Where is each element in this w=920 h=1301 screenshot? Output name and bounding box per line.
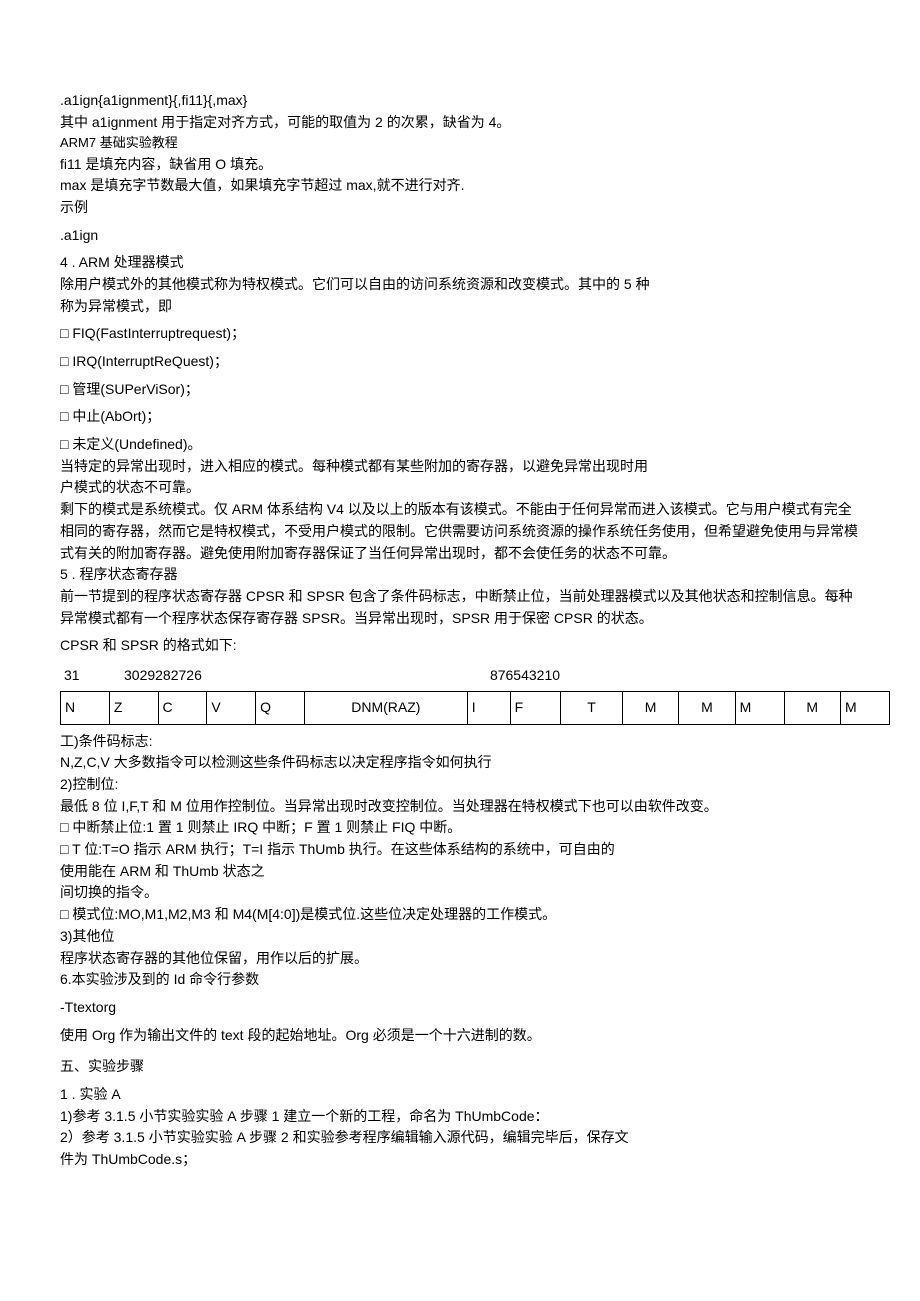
cell-dnm: DNM(RAZ) — [304, 691, 467, 724]
mode-supervisor: □ 管理(SUPerViSor)； — [60, 379, 860, 401]
section-4-title: 4 . ARM 处理器模式 — [60, 252, 860, 274]
cell-f: F — [510, 691, 561, 724]
cell-n: N — [61, 691, 110, 724]
cell-z: Z — [109, 691, 158, 724]
step-a-2b: 件为 ThUmbCode.s； — [60, 1149, 860, 1171]
step-a-2: 2）参考 3.1.5 小节实验实验 A 步骤 2 和实验参考程序编辑输入源代码，… — [60, 1127, 860, 1149]
other-bits-desc: 程序状态寄存器的其他位保留，用作以后的扩展。 — [60, 948, 860, 970]
control-bits-desc: 最低 8 位 I,F,T 和 M 位用作控制位。当异常出现时改变控制位。当处理器… — [60, 796, 860, 818]
cell-m2: M — [735, 691, 784, 724]
section-4-line-9: 当特定的异常出现时，进入相应的模式。每种模式都有某些附加的寄存器，以避免异常出现… — [60, 456, 860, 478]
mode-bits-desc: □ 模式位:MO,M1,M2,M3 和 M4(M[4:0])是模式位.这些位决定… — [60, 904, 860, 926]
bits-high: 3029282726 — [124, 665, 202, 687]
control-bits-title: 2)控制位: — [60, 774, 860, 796]
doc-subtitle: ARM7 基础实验教程 — [60, 133, 860, 153]
document-page: .a1ign{a1ignment}{,fi11}{,max} 其中 a1ignm… — [0, 0, 920, 1231]
mode-undefined: □ 未定义(Undefined)。 — [60, 434, 860, 456]
example-label: 示例 — [60, 197, 860, 219]
cell-c: C — [158, 691, 207, 724]
t-bit-desc-2: 使用能在 ARM 和 ThUmb 状态之 — [60, 861, 860, 883]
bit-header-row: 31 3029282726 876543210 — [60, 665, 890, 687]
align-keyword: .a1ign — [60, 225, 860, 247]
t-bit-desc: □ T 位:T=O 指示 ARM 执行；T=I 指示 ThUmb 执行。在这些体… — [60, 839, 860, 861]
cell-v: V — [207, 691, 256, 724]
align-syntax: .a1ign{a1ignment}{,fi11}{,max} — [60, 90, 860, 112]
step-a-1: 1)参考 3.1.5 小节实验实验 A 步骤 1 建立一个新的工程，命名为 Th… — [60, 1106, 860, 1128]
cell-m1: M — [679, 691, 735, 724]
cond-flags-desc: N,Z,C,V 大多数指令可以检测这些条件码标志以决定程序指令如何执行 — [60, 752, 860, 774]
cell-t: T — [561, 691, 623, 724]
align-desc-max: max 是填充字节数最大值，如果填充字节超过 max,就不进行对齐. — [60, 175, 860, 197]
step-a-title: 1 . 实验 A — [60, 1084, 860, 1106]
section-4-line-10: 户模式的状态不可靠。 — [60, 477, 860, 499]
cell-q: Q — [256, 691, 305, 724]
cond-flags-title: 工)条件码标志: — [60, 731, 860, 753]
section-5-title: 5 . 程序状态寄存器 — [60, 564, 860, 586]
ld-params-title: 6.本实验涉及到的 Id 命令行参数 — [60, 969, 860, 991]
ttext-org: -Ttextorg — [60, 997, 860, 1019]
cell-i: I — [467, 691, 510, 724]
cell-m3: M — [784, 691, 840, 724]
align-desc-fill: fi11 是填充内容，缺省用 O 填充。 — [60, 154, 860, 176]
section-steps-title: 五、实验步骤 — [60, 1056, 860, 1078]
align-desc-1: 其中 a1ignment 用于指定对齐方式，可能的取值为 2 的次累，缺省为 4… — [60, 112, 860, 134]
mode-abort: □ 中止(AbOrt)； — [60, 406, 860, 428]
bit-31: 31 — [64, 665, 124, 687]
interrupt-disable: □ 中断禁止位:1 置 1 则禁止 IRQ 中断；F 置 1 则禁止 FIQ 中… — [60, 817, 860, 839]
mode-fiq: □ FIQ(FastInterruptrequest)； — [60, 323, 860, 345]
mode-irq: □ IRQ(InterruptReQuest)； — [60, 351, 860, 373]
ttext-desc: 使用 Org 作为输出文件的 text 段的起始地址。Org 必须是一个十六进制… — [60, 1025, 860, 1047]
t-bit-desc-3: 间切换的指令。 — [60, 882, 860, 904]
section-4-line-3: 称为异常模式，即 — [60, 296, 860, 318]
bits-low: 876543210 — [324, 665, 886, 687]
section-5-line-2: 前一节提到的程序状态寄存器 CPSR 和 SPSR 包含了条件码标志，中断禁止位… — [60, 586, 860, 629]
cell-m4: M — [840, 691, 889, 724]
cpsr-table: N Z C V Q DNM(RAZ) I F T M M M M M — [60, 691, 890, 725]
cpsr-format-label: CPSR 和 SPSR 的格式如下: — [60, 635, 860, 657]
cell-m0: M — [622, 691, 678, 724]
other-bits-title: 3)其他位 — [60, 926, 860, 948]
table-row: N Z C V Q DNM(RAZ) I F T M M M M M — [61, 691, 890, 724]
section-4-line-2: 除用户模式外的其他模式称为特权模式。它们可以自由的访问系统资源和改变模式。其中的… — [60, 274, 860, 296]
section-4-line-11: 剩下的模式是系统模式。仅 ARM 体系结构 V4 以及以上的版本有该模式。不能由… — [60, 499, 860, 564]
